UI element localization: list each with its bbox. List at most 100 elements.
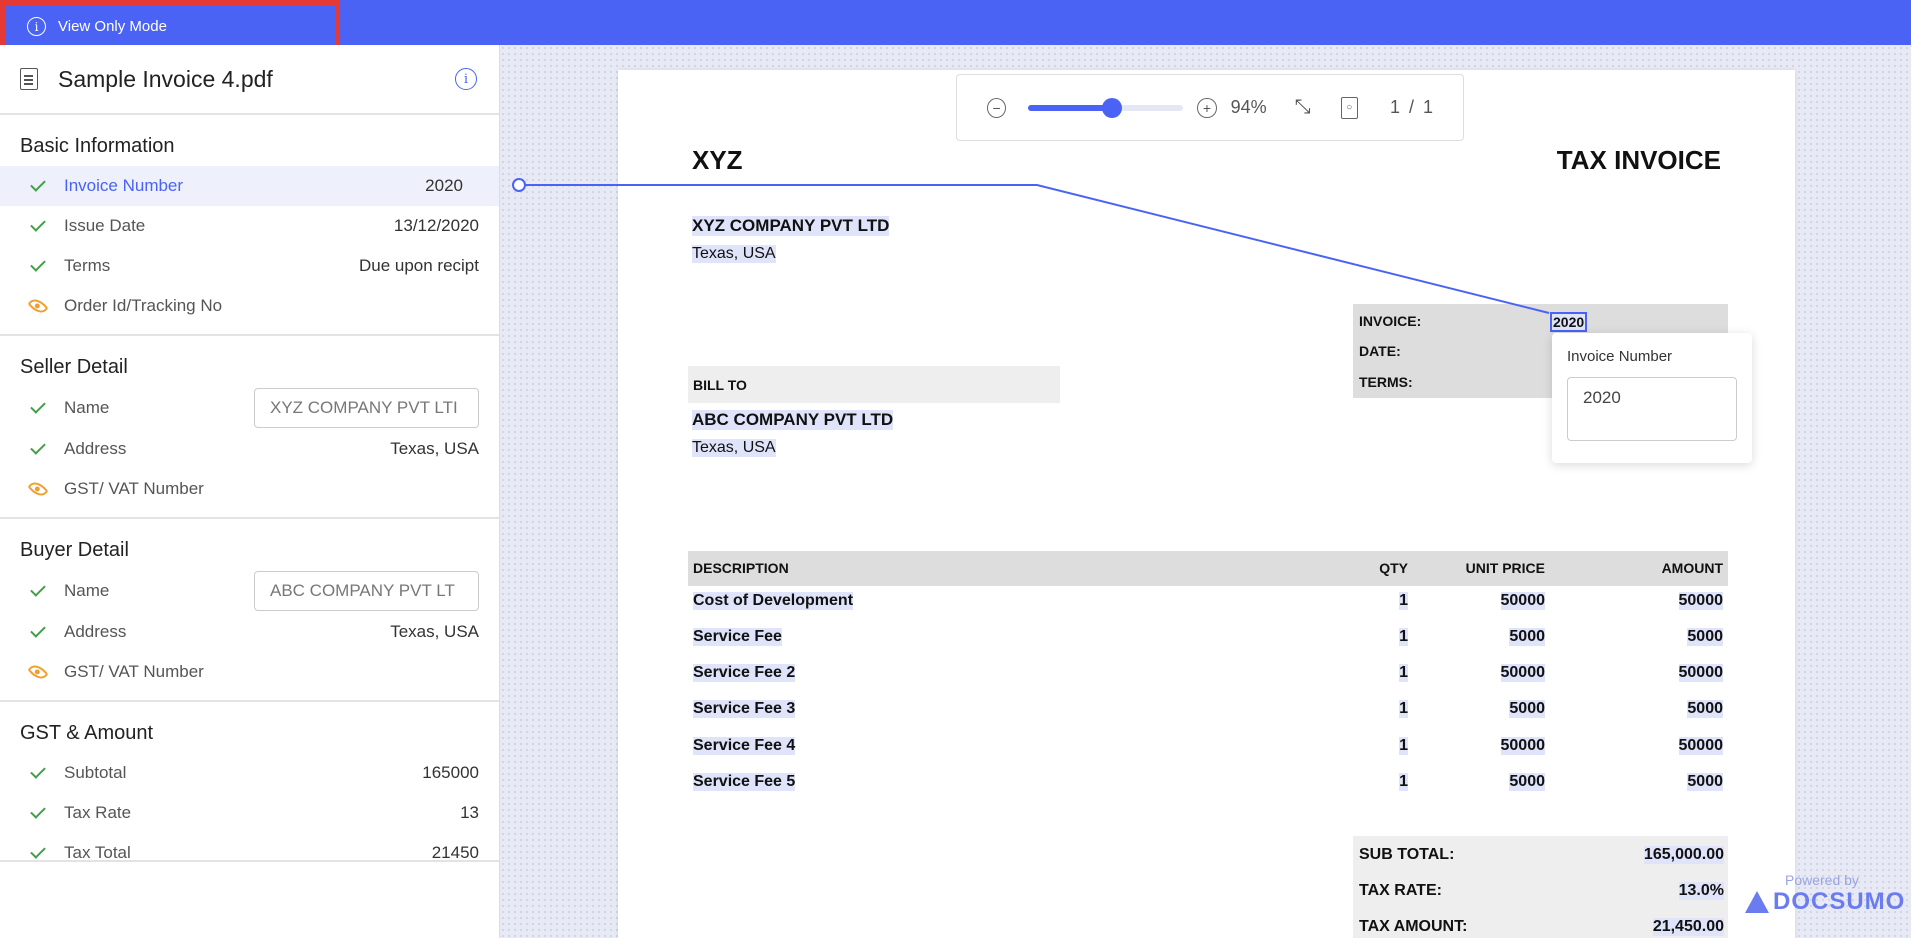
- item-amount[interactable]: 5000: [1687, 700, 1723, 718]
- section-title: GST & Amount: [20, 722, 154, 744]
- zoom-slider-handle[interactable]: [1102, 97, 1122, 118]
- invoice-label: INVOICE:: [1359, 313, 1422, 329]
- field-invoice-number[interactable]: Invoice Number 2020: [0, 166, 499, 206]
- item-description[interactable]: Service Fee 5: [693, 773, 796, 791]
- zoom-out-icon[interactable]: −: [987, 97, 1007, 118]
- field-label: Issue Date: [64, 216, 146, 235]
- page-separator: /: [1408, 97, 1414, 117]
- check-icon: [28, 622, 48, 638]
- item-amount[interactable]: 50000: [1678, 737, 1723, 755]
- field-buyer-address[interactable]: Address Texas, USA: [0, 612, 499, 652]
- zoom-slider-fill: [1028, 104, 1112, 111]
- eye-icon: [27, 661, 49, 683]
- items-table-header: DESCRIPTION QTY UNIT PRICE AMOUNT: [688, 551, 1728, 586]
- eye-icon: [27, 478, 49, 500]
- field-seller-name[interactable]: Name XYZ COMPANY PVT LTI: [0, 387, 499, 429]
- buyer-name-input[interactable]: ABC COMPANY PVT LT: [254, 571, 479, 611]
- tax-rate-value[interactable]: 13.0%: [1678, 882, 1724, 900]
- docsumo-branding: Powered by DOCSUMO: [1745, 872, 1905, 916]
- powered-by-label: Powered by: [1785, 872, 1859, 888]
- document-icon: [20, 68, 38, 90]
- item-amount[interactable]: 50000: [1678, 592, 1723, 610]
- page-search-icon[interactable]: ○: [1340, 96, 1358, 119]
- sub-total-label: SUB TOTAL:: [1359, 846, 1455, 863]
- invoice-seller-address[interactable]: Texas, USA: [692, 245, 776, 263]
- table-row: Service Fee 5 1 5000 5000: [688, 764, 1728, 794]
- item-description[interactable]: Cost of Development: [693, 592, 854, 610]
- sub-total-value[interactable]: 165,000.00: [1643, 846, 1724, 864]
- check-icon: [28, 763, 48, 779]
- tax-amount-value[interactable]: 21,450.00: [1652, 918, 1724, 936]
- item-qty[interactable]: 1: [1399, 700, 1408, 718]
- item-description[interactable]: Service Fee: [693, 628, 782, 646]
- item-amount[interactable]: 50000: [1678, 664, 1723, 682]
- section-title: Buyer Detail: [20, 539, 129, 561]
- popup-label: Invoice Number: [1567, 348, 1673, 365]
- section-gst-amount: GST & Amount Subtotal 165000 Tax Rate 13…: [0, 702, 499, 862]
- item-unit-price[interactable]: 50000: [1500, 737, 1545, 755]
- check-icon: [28, 843, 48, 859]
- check-icon: [28, 398, 48, 414]
- field-label: GST/ VAT Number: [64, 479, 204, 498]
- view-only-mode-label: View Only Mode: [58, 18, 167, 35]
- seller-name-input[interactable]: XYZ COMPANY PVT LTI: [254, 388, 479, 428]
- zoom-level: 94%: [1230, 97, 1267, 117]
- sidebar: Sample Invoice 4.pdf i Basic Information…: [0, 45, 500, 938]
- col-amount: AMOUNT: [1661, 560, 1723, 576]
- item-description[interactable]: Service Fee 3: [693, 700, 796, 718]
- field-subtotal[interactable]: Subtotal 165000: [0, 753, 499, 793]
- item-unit-price[interactable]: 50000: [1500, 664, 1545, 682]
- field-buyer-gst[interactable]: GST/ VAT Number: [0, 652, 499, 692]
- info-icon: i: [27, 17, 46, 36]
- field-tax-rate[interactable]: Tax Rate 13: [0, 793, 499, 833]
- item-qty[interactable]: 1: [1399, 737, 1408, 755]
- field-buyer-name[interactable]: Name ABC COMPANY PVT LT: [0, 570, 499, 612]
- field-value: Texas, USA: [390, 439, 479, 458]
- item-unit-price[interactable]: 5000: [1509, 773, 1545, 791]
- item-description[interactable]: Service Fee 4: [693, 737, 796, 755]
- section-seller-detail: Seller Detail Name XYZ COMPANY PVT LTI A…: [0, 336, 499, 519]
- tax-rate-row: TAX RATE: 13.0%: [1359, 882, 1724, 900]
- collapse-icon[interactable]: ⤡: [1295, 96, 1311, 119]
- field-seller-gst[interactable]: GST/ VAT Number: [0, 469, 499, 509]
- item-qty[interactable]: 1: [1399, 664, 1408, 682]
- invoice-seller-name[interactable]: XYZ COMPANY PVT LTD: [692, 216, 890, 236]
- zoom-in-icon[interactable]: +: [1197, 97, 1217, 118]
- zoom-slider[interactable]: [1028, 97, 1184, 118]
- item-unit-price[interactable]: 5000: [1509, 700, 1545, 718]
- item-unit-price[interactable]: 50000: [1500, 592, 1545, 610]
- item-qty[interactable]: 1: [1399, 628, 1408, 646]
- col-unit-price: UNIT PRICE: [1465, 560, 1545, 576]
- check-icon: [28, 216, 48, 232]
- field-terms[interactable]: Terms Due upon recipt: [0, 246, 499, 286]
- date-label: DATE:: [1359, 343, 1401, 359]
- item-amount[interactable]: 5000: [1687, 773, 1723, 791]
- field-order-id[interactable]: Order Id/Tracking No: [0, 286, 499, 326]
- viewer-toolbar: − + 94% ⤡ ○ 1 / 1: [956, 74, 1464, 141]
- field-tax-total[interactable]: Tax Total 21450: [0, 833, 499, 860]
- field-issue-date[interactable]: Issue Date 13/12/2020: [0, 206, 499, 246]
- invoice-buyer-name[interactable]: ABC COMPANY PVT LTD: [692, 410, 894, 430]
- section-basic-information: Basic Information Invoice Number 2020 Is…: [0, 115, 499, 336]
- check-icon: [28, 581, 48, 597]
- info-icon[interactable]: i: [455, 68, 477, 90]
- page-current: 1: [1389, 97, 1400, 117]
- section-title: Basic Information: [20, 135, 175, 157]
- popup-value-input[interactable]: 2020: [1567, 377, 1737, 441]
- field-seller-address[interactable]: Address Texas, USA: [0, 429, 499, 469]
- item-qty[interactable]: 1: [1399, 592, 1408, 610]
- docsumo-logo-icon: [1745, 891, 1769, 913]
- item-description[interactable]: Service Fee 2: [693, 664, 796, 682]
- field-label: Tax Rate: [64, 803, 132, 822]
- invoice-buyer-address[interactable]: Texas, USA: [692, 439, 776, 457]
- invoice-number-highlight[interactable]: 2020: [1550, 312, 1588, 332]
- document-viewer[interactable]: − + 94% ⤡ ○ 1 / 1 XYZ TAX INVOICE XYZ CO…: [500, 45, 1911, 938]
- field-label: Address: [64, 439, 127, 458]
- item-qty[interactable]: 1: [1399, 773, 1408, 791]
- item-unit-price[interactable]: 5000: [1509, 628, 1545, 646]
- item-amount[interactable]: 5000: [1687, 628, 1723, 646]
- field-label: Terms: [64, 256, 111, 275]
- col-qty: QTY: [1379, 560, 1408, 576]
- file-name: Sample Invoice 4.pdf: [58, 65, 273, 92]
- section-title: Seller Detail: [20, 356, 128, 378]
